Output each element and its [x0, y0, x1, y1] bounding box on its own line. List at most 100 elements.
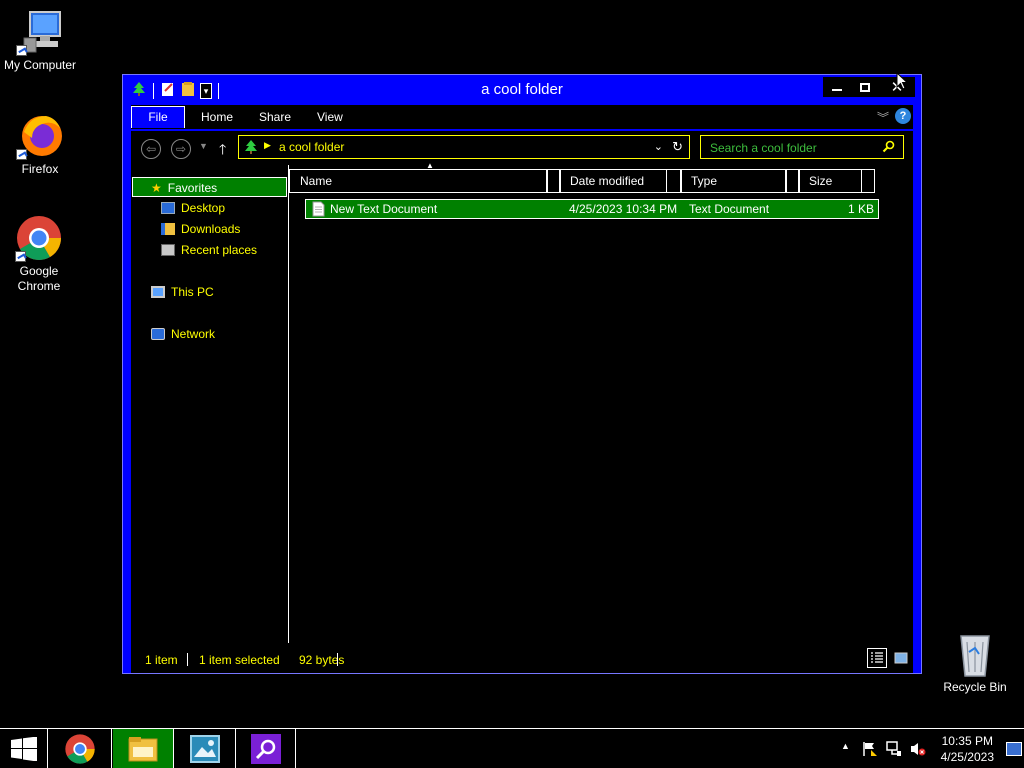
- search-input[interactable]: Search a cool folder: [700, 135, 904, 159]
- start-button[interactable]: [0, 729, 48, 768]
- sidebar-item-this-pc[interactable]: This PC: [151, 282, 214, 302]
- up-arrow-icon[interactable]: 🡑: [219, 139, 226, 163]
- recycle-bin-icon: [951, 630, 999, 678]
- file-size: 1 KB: [847, 202, 874, 216]
- tab-view[interactable]: View: [307, 107, 353, 129]
- help-icon[interactable]: ?: [895, 108, 911, 124]
- status-separator: [187, 653, 188, 666]
- minimize-button[interactable]: [823, 77, 851, 97]
- sidebar-item-label: This PC: [171, 285, 214, 299]
- ribbon-tabs: File Home Share View ︾ ?: [131, 105, 913, 129]
- taskbar-photos-button[interactable]: [175, 729, 236, 768]
- desktop-icon-my-computer[interactable]: My Computer: [0, 8, 80, 73]
- taskbar-chrome-button[interactable]: [49, 729, 112, 768]
- star-icon: ★: [151, 181, 162, 195]
- desktop-icon-firefox[interactable]: Firefox: [0, 112, 80, 177]
- taskbar: ▲ 10:35 PM 4/25/2023: [0, 728, 1024, 768]
- breadcrumb[interactable]: a cool folder: [279, 140, 344, 154]
- desktop-icon-label: My Computer: [3, 58, 77, 72]
- sidebar-item-label: Favorites: [167, 181, 218, 195]
- shortcut-arrow-icon: [16, 149, 27, 160]
- column-header-date-modified[interactable]: Date modified: [559, 169, 667, 193]
- file-list: ▲ Name Date modified Type Size New Text …: [289, 161, 913, 643]
- status-separator: [337, 653, 338, 666]
- shortcut-arrow-icon: [15, 251, 26, 262]
- recent-locations-dropdown-icon[interactable]: ▼: [199, 141, 208, 151]
- column-header-divider[interactable]: [861, 169, 875, 193]
- forward-button[interactable]: ⇨: [171, 139, 191, 159]
- volume-muted-icon[interactable]: [910, 741, 926, 757]
- taskbar-file-explorer-button[interactable]: [113, 729, 174, 768]
- column-header-type[interactable]: Type: [680, 169, 786, 193]
- recent-places-icon: [161, 244, 175, 256]
- sidebar-item-label: Recent places: [181, 243, 258, 257]
- sidebar-item-label: Network: [171, 327, 216, 341]
- desktop-icon-label: Firefox: [21, 162, 59, 176]
- sidebar-item-network[interactable]: Network: [151, 324, 215, 344]
- taskbar-search-app-button[interactable]: [237, 729, 296, 768]
- tab-share[interactable]: Share: [249, 107, 301, 129]
- column-header-name[interactable]: Name: [289, 169, 547, 193]
- downloads-icon: [161, 223, 175, 235]
- large-icons-view-icon: [894, 652, 908, 664]
- address-bar[interactable]: ▶ a cool folder ⌄ ↻: [238, 135, 690, 159]
- sidebar-item-label: Downloads: [181, 222, 241, 236]
- sidebar-item-desktop[interactable]: Desktop: [161, 198, 225, 218]
- file-name: New Text Document: [330, 202, 438, 216]
- explorer-window: ▾ a cool folder ✕ File Home Share View ︾…: [122, 74, 922, 674]
- computer-icon: [16, 8, 64, 56]
- clock-time: 10:35 PM: [941, 734, 993, 748]
- file-type: Text Document: [689, 202, 770, 216]
- sidebar-item-recent-places[interactable]: Recent places: [161, 240, 257, 260]
- breadcrumb-chevron-icon[interactable]: ▶: [264, 140, 271, 151]
- file-row[interactable]: New Text Document 4/25/2023 10:34 PM Tex…: [305, 199, 879, 219]
- back-button[interactable]: ⇦: [141, 139, 161, 159]
- expand-ribbon-icon[interactable]: ︾: [877, 109, 889, 126]
- show-desktop-button[interactable]: [1006, 742, 1022, 756]
- file-explorer-icon: [128, 737, 158, 762]
- sidebar-item-favorites[interactable]: ★ Favorites: [132, 177, 287, 197]
- taskbar-clock[interactable]: 10:35 PM 4/25/2023: [941, 733, 994, 765]
- status-bar: 1 item 1 item selected 92 bytes: [131, 643, 913, 673]
- desktop-icon: [161, 202, 175, 214]
- firefox-icon: [16, 112, 64, 160]
- maximize-button[interactable]: [851, 77, 879, 97]
- large-icons-view-button[interactable]: [893, 650, 909, 666]
- chrome-icon: [15, 214, 63, 262]
- title-bar[interactable]: ▾ a cool folder ✕: [123, 75, 921, 103]
- tab-file[interactable]: File: [131, 106, 185, 128]
- desktop-icon-label: Google Chrome: [17, 264, 61, 293]
- show-hidden-icons-icon[interactable]: ▲: [841, 741, 850, 751]
- network-icon: [151, 328, 165, 340]
- navigation-bar: ⇦ ⇨ ▼ 🡑 ▶ a cool folder ⌄ ↻ Search a coo…: [131, 131, 913, 165]
- tab-home[interactable]: Home: [191, 107, 243, 129]
- shortcut-arrow-icon: [16, 45, 27, 56]
- refresh-icon[interactable]: ↻: [672, 139, 683, 155]
- text-file-icon: [312, 201, 325, 222]
- item-count: 1 item: [145, 653, 178, 667]
- desktop-icon-label: Recycle Bin: [943, 680, 1007, 694]
- action-center-flag-icon[interactable]: [862, 741, 878, 757]
- selection-status: 1 item selected: [199, 653, 280, 667]
- network-status-icon[interactable]: [886, 741, 902, 757]
- navigation-pane: ★ Favorites Desktop Downloads Recent plac…: [131, 165, 289, 643]
- sidebar-item-downloads[interactable]: Downloads: [161, 219, 240, 239]
- this-pc-icon: [151, 286, 165, 298]
- file-date-modified: 4/25/2023 10:34 PM: [569, 202, 678, 216]
- clock-date: 4/25/2023: [940, 750, 994, 764]
- minimize-icon: [832, 89, 842, 91]
- column-header-size[interactable]: Size: [798, 169, 862, 193]
- details-view-icon: [871, 652, 883, 663]
- windows-logo-icon: [10, 737, 37, 761]
- desktop-icon-chrome[interactable]: Google Chrome: [0, 214, 78, 294]
- address-dropdown-icon[interactable]: ⌄: [654, 140, 663, 153]
- search-icon[interactable]: [882, 140, 895, 156]
- folder-tree-icon: [243, 139, 259, 158]
- mouse-cursor-icon: [896, 71, 909, 93]
- sidebar-item-label: Desktop: [181, 201, 226, 215]
- details-view-button[interactable]: [867, 648, 887, 668]
- desktop-icon-recycle-bin[interactable]: Recycle Bin: [935, 630, 1015, 695]
- content-area: ★ Favorites Desktop Downloads Recent plac…: [131, 161, 913, 643]
- window-title: a cool folder: [481, 81, 563, 98]
- chrome-icon: [65, 734, 95, 764]
